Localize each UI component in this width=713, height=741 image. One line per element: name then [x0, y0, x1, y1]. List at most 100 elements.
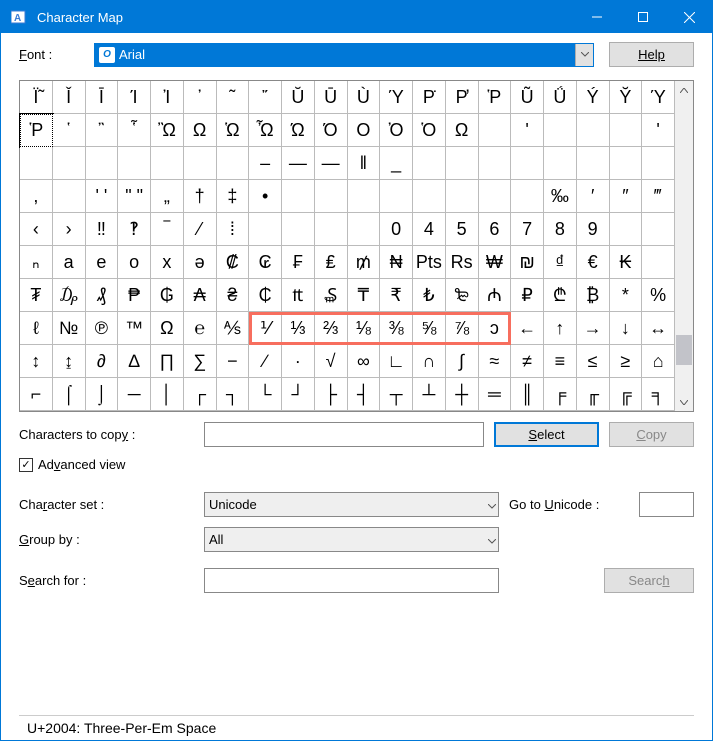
char-cell[interactable]: Ί [118, 81, 151, 114]
char-cell[interactable]: – [249, 147, 282, 180]
char-cell[interactable]: 0 [380, 213, 413, 246]
char-cell[interactable]: ⅛ [348, 312, 381, 345]
char-cell[interactable]: ℮ [184, 312, 217, 345]
char-cell[interactable]: ∟ [380, 345, 413, 378]
char-cell[interactable]: ≤ [577, 345, 610, 378]
char-cell[interactable]: Pts [413, 246, 446, 279]
char-cell[interactable]: ↨ [53, 345, 86, 378]
char-cell[interactable]: e [86, 246, 119, 279]
char-cell[interactable] [315, 180, 348, 213]
char-cell[interactable] [348, 180, 381, 213]
char-cell[interactable] [380, 180, 413, 213]
char-cell[interactable]: • [249, 180, 282, 213]
char-cell[interactable]: Ρ̓ [446, 81, 479, 114]
char-cell[interactable]: ┼ [446, 378, 479, 411]
char-cell[interactable]: ″ [610, 180, 643, 213]
char-cell[interactable]: ╓ [577, 378, 610, 411]
search-input[interactable] [204, 568, 499, 593]
char-cell[interactable]: ≈ [479, 345, 512, 378]
close-button[interactable] [666, 1, 712, 33]
char-cell[interactable] [610, 213, 643, 246]
help-button[interactable]: Help [609, 42, 694, 67]
char-cell[interactable] [642, 147, 675, 180]
char-cell[interactable]: " " [118, 180, 151, 213]
char-cell[interactable] [20, 147, 53, 180]
char-cell[interactable]: ᾿ [184, 81, 217, 114]
char-cell[interactable]: ∩ [413, 345, 446, 378]
chars-to-copy-input[interactable] [204, 422, 484, 447]
char-cell[interactable]: ' [642, 114, 675, 147]
char-cell[interactable]: ⌂ [642, 345, 675, 378]
char-cell[interactable]: ┬ [380, 378, 413, 411]
char-cell[interactable]: 5 [446, 213, 479, 246]
char-cell[interactable]: Ū [315, 81, 348, 114]
char-cell[interactable]: o [118, 246, 151, 279]
char-cell[interactable]: Ǘ [544, 81, 577, 114]
char-cell[interactable]: ₙ [20, 246, 53, 279]
char-cell[interactable]: ₯ [53, 279, 86, 312]
char-cell[interactable]: ‰ [544, 180, 577, 213]
char-cell[interactable]: † [184, 180, 217, 213]
char-cell[interactable] [511, 147, 544, 180]
grid-scrollbar[interactable] [675, 81, 693, 411]
char-cell[interactable]: ₴ [217, 279, 250, 312]
font-combobox[interactable]: O Arial [94, 43, 594, 67]
char-cell[interactable] [86, 147, 119, 180]
char-cell[interactable]: Ý [577, 81, 610, 114]
char-cell[interactable]: Ϊ̃ [20, 81, 53, 114]
char-cell[interactable]: ┌ [184, 378, 217, 411]
char-cell[interactable]: _ [380, 147, 413, 180]
char-cell[interactable]: ⅜ [380, 312, 413, 345]
char-cell[interactable]: │ [151, 378, 184, 411]
char-cell[interactable]: Ῥ [479, 81, 512, 114]
char-cell[interactable]: € [577, 246, 610, 279]
char-cell[interactable]: Ὀ [380, 114, 413, 147]
char-cell[interactable]: ∏ [151, 345, 184, 378]
advanced-view-checkbox[interactable]: ✓ [19, 458, 33, 472]
char-cell[interactable]: ‽ [118, 213, 151, 246]
char-cell[interactable]: Ύ [380, 81, 413, 114]
char-cell[interactable]: 9 [577, 213, 610, 246]
char-cell[interactable] [282, 180, 315, 213]
char-cell[interactable]: ⌠ [53, 378, 86, 411]
char-cell[interactable]: ₥ [348, 246, 381, 279]
char-cell[interactable]: — [282, 147, 315, 180]
char-cell[interactable]: 8 [544, 213, 577, 246]
char-cell[interactable]: Ù [348, 81, 381, 114]
char-cell[interactable]: ' [511, 114, 544, 147]
char-cell[interactable]: ═ [479, 378, 512, 411]
char-cell[interactable]: Rs [446, 246, 479, 279]
char-cell[interactable] [544, 114, 577, 147]
char-cell[interactable]: ₵ [249, 279, 282, 312]
char-cell[interactable]: Ώ [282, 114, 315, 147]
char-cell[interactable] [413, 147, 446, 180]
char-cell[interactable]: ₷ [315, 279, 348, 312]
char-cell[interactable]: a [53, 246, 86, 279]
char-cell[interactable]: ⅝ [413, 312, 446, 345]
char-cell[interactable]: ↕ [20, 345, 53, 378]
char-cell[interactable]: ₸ [348, 279, 381, 312]
groupby-combobox[interactable]: All [204, 527, 499, 552]
char-cell[interactable]: % [642, 279, 675, 312]
char-cell[interactable]: ₼ [479, 279, 512, 312]
char-cell[interactable]: ⅓ [282, 312, 315, 345]
char-cell[interactable]: ∫ [446, 345, 479, 378]
char-cell[interactable]: ∕ [249, 345, 282, 378]
char-cell[interactable]: ῾ [53, 114, 86, 147]
char-cell[interactable] [118, 147, 151, 180]
char-cell[interactable]: ― [315, 147, 348, 180]
char-cell[interactable]: Ω [446, 114, 479, 147]
char-cell[interactable] [544, 147, 577, 180]
char-cell[interactable]: ∙ [282, 345, 315, 378]
char-cell[interactable]: ≠ [511, 345, 544, 378]
char-cell[interactable]: ₲ [151, 279, 184, 312]
char-cell[interactable] [282, 213, 315, 246]
char-cell[interactable]: Ῥ [20, 114, 53, 147]
char-cell[interactable]: ₫ [544, 246, 577, 279]
char-cell[interactable]: ≡ [544, 345, 577, 378]
char-cell[interactable]: ῍ [86, 114, 119, 147]
char-cell[interactable]: ∑ [184, 345, 217, 378]
char-cell[interactable]: ∞ [348, 345, 381, 378]
char-cell[interactable] [413, 180, 446, 213]
char-cell[interactable]: ┐ [217, 378, 250, 411]
